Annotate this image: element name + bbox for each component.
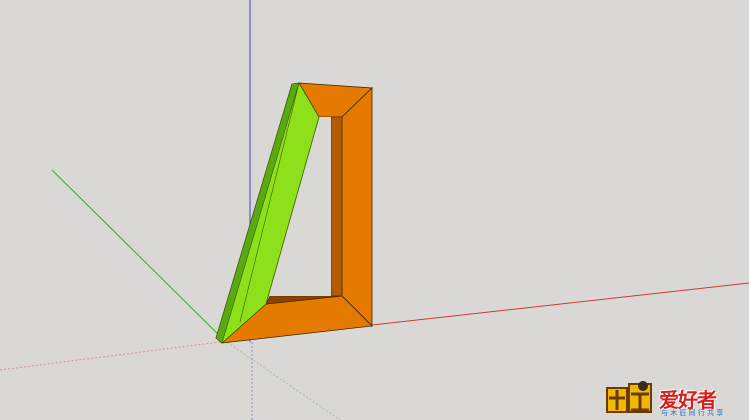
watermark: 爱好者 与 木 匠 同 行 共 享 — [603, 378, 743, 418]
trapezoid-frame[interactable] — [215, 82, 373, 344]
green-axis-negative — [223, 339, 341, 420]
woodworking-logo-icon — [606, 381, 652, 413]
frame-inner-right-face — [330, 116, 343, 297]
green-axis — [51, 169, 225, 341]
red-axis-negative — [0, 341, 221, 371]
frame-right-bar[interactable] — [341, 87, 373, 327]
3d-scene[interactable] — [0, 0, 749, 420]
modeling-viewport[interactable]: 爱好者 与 木 匠 同 行 共 享 — [0, 0, 749, 420]
watermark-subtitle: 与 木 匠 同 行 共 享 — [661, 409, 724, 417]
